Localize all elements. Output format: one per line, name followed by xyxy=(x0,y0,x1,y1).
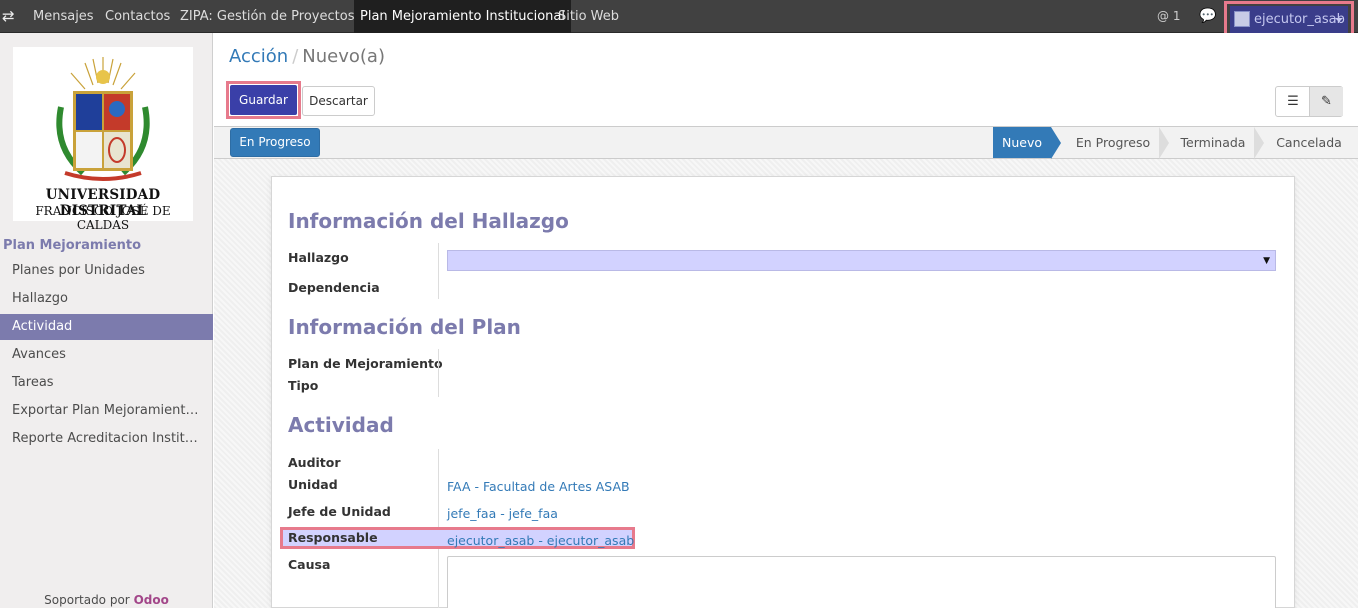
logo-subtitle: FRANCISCO JOSÉ DE CALDAS xyxy=(35,204,171,232)
menu-sitio-web[interactable]: Sitio Web xyxy=(552,0,625,33)
hallazgo-label: Hallazgo xyxy=(288,250,349,265)
view-switcher: ☰ ✎ xyxy=(1275,86,1343,117)
breadcrumb-parent[interactable]: Acción xyxy=(229,46,288,67)
menu-mensajes[interactable]: Mensajes xyxy=(27,0,100,33)
unidad-label: Unidad xyxy=(288,477,338,492)
form-sheet: Información del Hallazgo Hallazgo Depend… xyxy=(271,176,1295,608)
stage-arrow xyxy=(1159,127,1169,159)
section-hallazgo-title: Información del Hallazgo xyxy=(288,209,569,233)
form-view-icon[interactable]: ✎ xyxy=(1309,87,1343,116)
section-plan-title: Información del Plan xyxy=(288,315,521,339)
sidebar-item-exportar[interactable]: Exportar Plan Mejoramient… xyxy=(0,398,213,424)
divider xyxy=(438,243,439,299)
main-content: Acción / Nuevo(a) Guardar Descartar ☰ ✎ En… xyxy=(214,33,1358,608)
stage-cancelada[interactable]: Cancelada xyxy=(1268,127,1350,158)
sidebar-item-tareas[interactable]: Tareas xyxy=(0,370,213,396)
chat-icon[interactable]: 💬 xyxy=(1199,0,1216,33)
responsable-value[interactable]: ejecutor_asab - ejecutor_asab xyxy=(447,533,634,548)
dropdown-caret-icon: ▼ xyxy=(1263,256,1270,266)
left-sidebar: UNIVERSIDAD DISTRITAL FRANCISCO JOSÉ DE … xyxy=(0,33,213,608)
mentions-counter[interactable]: @ 1 xyxy=(1157,0,1180,33)
save-button-highlight: Guardar xyxy=(226,81,301,119)
sidebar-item-planes[interactable]: Planes por Unidades xyxy=(0,258,213,284)
save-button[interactable]: Guardar xyxy=(230,85,297,115)
list-view-icon[interactable]: ☰ xyxy=(1276,87,1310,116)
menu-contactos[interactable]: Contactos xyxy=(99,0,176,33)
top-navbar: ⇄ Mensajes Contactos ZIPA: Gestión de Pr… xyxy=(0,0,1358,33)
status-bar: En Progreso Nuevo En Progreso Terminada … xyxy=(214,126,1358,159)
avatar xyxy=(1234,11,1250,27)
menu-zipa[interactable]: ZIPA: Gestión de Proyectos xyxy=(174,0,360,33)
responsable-label: Responsable xyxy=(288,530,378,545)
odoo-link[interactable]: Odoo xyxy=(134,593,169,607)
tipo-label: Tipo xyxy=(288,378,319,393)
auditor-label: Auditor xyxy=(288,455,341,470)
sidebar-item-reporte[interactable]: Reporte Acreditacion Instit… xyxy=(0,426,213,452)
university-logo: UNIVERSIDAD DISTRITAL FRANCISCO JOSÉ DE … xyxy=(13,47,193,232)
powered-by: Soportado por Odoo xyxy=(0,593,213,607)
menu-plan-mejoramiento[interactable]: Plan Mejoramiento Institucional xyxy=(354,0,571,33)
app-switcher-icon[interactable]: ⇄ xyxy=(2,7,22,25)
sidebar-item-avances[interactable]: Avances xyxy=(0,342,213,368)
powered-by-text: Soportado por xyxy=(44,593,130,607)
stage-en-progreso[interactable]: En Progreso xyxy=(1067,127,1159,158)
divider xyxy=(438,349,439,397)
user-name: ejecutor_asab xyxy=(1254,12,1345,27)
user-menu-highlight: ejecutor_asab xyxy=(1230,6,1348,33)
causa-label: Causa xyxy=(288,557,331,572)
hallazgo-select[interactable]: ▼ xyxy=(447,250,1276,271)
stage-arrow xyxy=(1051,127,1061,159)
breadcrumb-separator: / xyxy=(292,46,299,67)
chevron-down-icon xyxy=(1335,18,1343,22)
dependencia-label: Dependencia xyxy=(288,280,380,295)
sidebar-section-title: Plan Mejoramiento xyxy=(3,238,142,253)
discard-button[interactable]: Descartar xyxy=(302,86,375,116)
sidebar-item-hallazgo[interactable]: Hallazgo xyxy=(0,286,213,312)
plan-label: Plan de Mejoramiento xyxy=(288,356,443,371)
section-actividad-title: Actividad xyxy=(288,413,394,437)
jefe-value[interactable]: jefe_faa - jefe_faa xyxy=(447,506,558,521)
stage-nuevo[interactable]: Nuevo xyxy=(993,127,1051,158)
breadcrumb-current: Nuevo(a) xyxy=(302,46,385,67)
in-progress-button[interactable]: En Progreso xyxy=(230,128,320,157)
sidebar-item-actividad[interactable]: Actividad xyxy=(0,314,213,340)
breadcrumb: Acción / Nuevo(a) xyxy=(229,46,385,67)
unidad-value[interactable]: FAA - Facultad de Artes ASAB xyxy=(447,479,630,494)
coat-of-arms-icon xyxy=(56,57,150,181)
causa-textarea[interactable] xyxy=(447,556,1276,608)
jefe-label: Jefe de Unidad xyxy=(288,504,391,519)
stage-terminada[interactable]: Terminada xyxy=(1172,127,1254,158)
stage-arrow xyxy=(1254,127,1264,159)
